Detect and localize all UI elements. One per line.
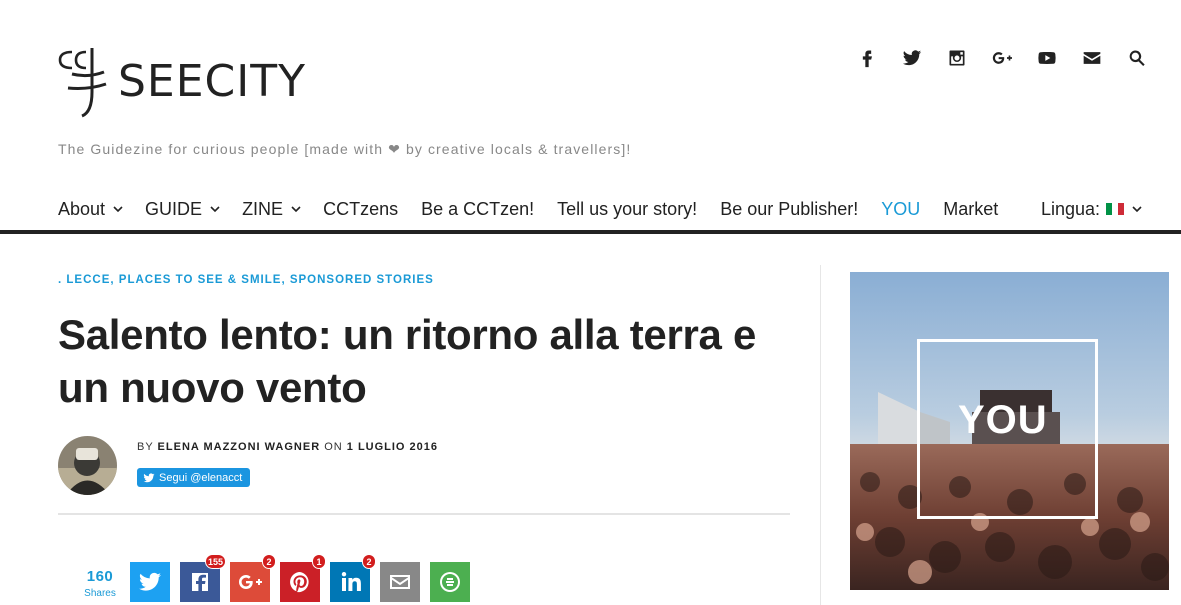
more-share-icon — [440, 572, 460, 592]
nav-item-zine[interactable]: ZINE — [242, 198, 301, 220]
nav-item-label: Tell us your story! — [557, 198, 698, 219]
mail-icon[interactable] — [1069, 46, 1114, 70]
language-selector[interactable]: Lingua: — [1040, 198, 1142, 220]
nav-item-tell-your-story[interactable]: Tell us your story! — [557, 199, 697, 220]
article-byline: BY ELENA MAZZONI WAGNER ON 1 LUGLIO 2016 — [137, 441, 438, 453]
author-name-link[interactable]: ELENA MAZZONI WAGNER — [158, 441, 321, 453]
facebook-icon — [192, 573, 208, 591]
nav-item-label: GUIDE — [145, 198, 203, 219]
share-count-badge: 155 — [204, 554, 226, 569]
chevron-down-icon — [1132, 205, 1142, 214]
category-link-lecce[interactable]: LECCE — [66, 274, 110, 286]
share-linkedin-button[interactable]: 2 — [330, 554, 376, 602]
chevron-down-icon — [291, 205, 301, 214]
byline-divider — [58, 513, 790, 515]
share-twitter-button[interactable] — [130, 562, 170, 602]
share-count-label: Shares — [84, 588, 116, 599]
nav-item-label: CCTzens — [323, 198, 399, 219]
nav-item-label: Market — [943, 198, 999, 219]
italian-flag-icon — [1106, 203, 1124, 215]
nav-item-be-a-cctzen[interactable]: Be a CCTzen! — [421, 199, 534, 220]
share-pinterest-button[interactable]: 1 — [280, 554, 326, 602]
follow-label: Segui @elenacct — [159, 471, 243, 484]
share-count-number: 160 — [86, 568, 114, 585]
share-count-badge: 2 — [362, 554, 376, 569]
language-label: Lingua: — [1040, 198, 1100, 219]
social-links — [844, 46, 1159, 70]
nav-item-label: About — [58, 198, 106, 219]
twitter-icon[interactable] — [889, 46, 934, 70]
nav-item-be-our-publisher[interactable]: Be our Publisher! — [720, 199, 858, 220]
nav-item-market[interactable]: Market — [943, 199, 998, 220]
twitter-icon — [139, 572, 161, 591]
pinterest-icon — [290, 572, 309, 593]
banner-title: YOU — [958, 398, 1048, 442]
mail-icon — [390, 575, 410, 589]
share-count-badge: 2 — [262, 554, 276, 569]
linkedin-icon — [341, 572, 361, 591]
main-nav: About GUIDE ZINE CCTzens Be a CCTzen! Te… — [58, 196, 1159, 222]
nav-item-about[interactable]: About — [58, 198, 123, 220]
article-title: Salento lento: un ritorno alla terra e u… — [58, 311, 757, 411]
on-label: ON — [324, 441, 343, 453]
nav-divider — [0, 230, 1181, 234]
article-categories: . LECCE, PLACES TO SEE & SMILE, SPONSORE… — [58, 274, 434, 286]
nav-item-label: Be a CCTzen! — [421, 198, 535, 219]
share-facebook-button[interactable]: 155 — [180, 554, 226, 602]
author-avatar[interactable] — [58, 436, 117, 495]
twitter-icon — [143, 472, 155, 482]
nav-item-label: ZINE — [242, 198, 284, 219]
youtube-icon[interactable] — [1024, 46, 1069, 70]
nav-item-you[interactable]: YOU — [881, 199, 920, 220]
nav-item-label: Be our Publisher! — [720, 198, 859, 219]
site-tagline: The Guidezine for curious people [made w… — [58, 141, 631, 158]
share-email-button[interactable] — [380, 562, 420, 602]
search-icon[interactable] — [1114, 46, 1159, 70]
site-logo[interactable]: SEECITY — [58, 44, 318, 120]
logo-text: SEECITY — [118, 56, 306, 107]
nav-item-cctzens[interactable]: CCTzens — [323, 199, 398, 220]
tagline-text-end: by creative locals & travellers]! — [405, 141, 632, 157]
google-plus-icon[interactable] — [979, 46, 1024, 70]
instagram-icon[interactable] — [934, 46, 979, 70]
share-google-plus-button[interactable]: 2 — [230, 554, 276, 602]
chevron-down-icon — [210, 205, 220, 214]
heart-icon: ❤ — [388, 141, 401, 157]
by-label: BY — [137, 441, 154, 453]
nav-item-label: YOU — [881, 198, 921, 219]
sidebar-divider — [820, 265, 821, 605]
category-link-places[interactable]: PLACES TO SEE & SMILE — [119, 274, 282, 286]
category-prefix: . — [58, 274, 63, 286]
twitter-follow-button[interactable]: Segui @elenacct — [137, 468, 251, 487]
share-count-badge: 1 — [312, 554, 326, 569]
chevron-down-icon — [113, 205, 123, 214]
nav-item-guide[interactable]: GUIDE — [145, 198, 220, 220]
you-banner[interactable]: YOU — [850, 272, 1169, 590]
google-plus-icon — [239, 575, 262, 589]
share-more-button[interactable] — [430, 562, 470, 602]
tagline-text-start: The Guidezine for curious people [made w… — [58, 141, 384, 157]
facebook-icon[interactable] — [844, 46, 889, 70]
share-count: 160 Shares — [82, 568, 118, 599]
seecity-logo-mark: SEECITY — [58, 48, 306, 118]
category-link-sponsored[interactable]: SPONSORED STORIES — [290, 274, 434, 286]
publish-date: 1 LUGLIO 2016 — [346, 441, 439, 453]
